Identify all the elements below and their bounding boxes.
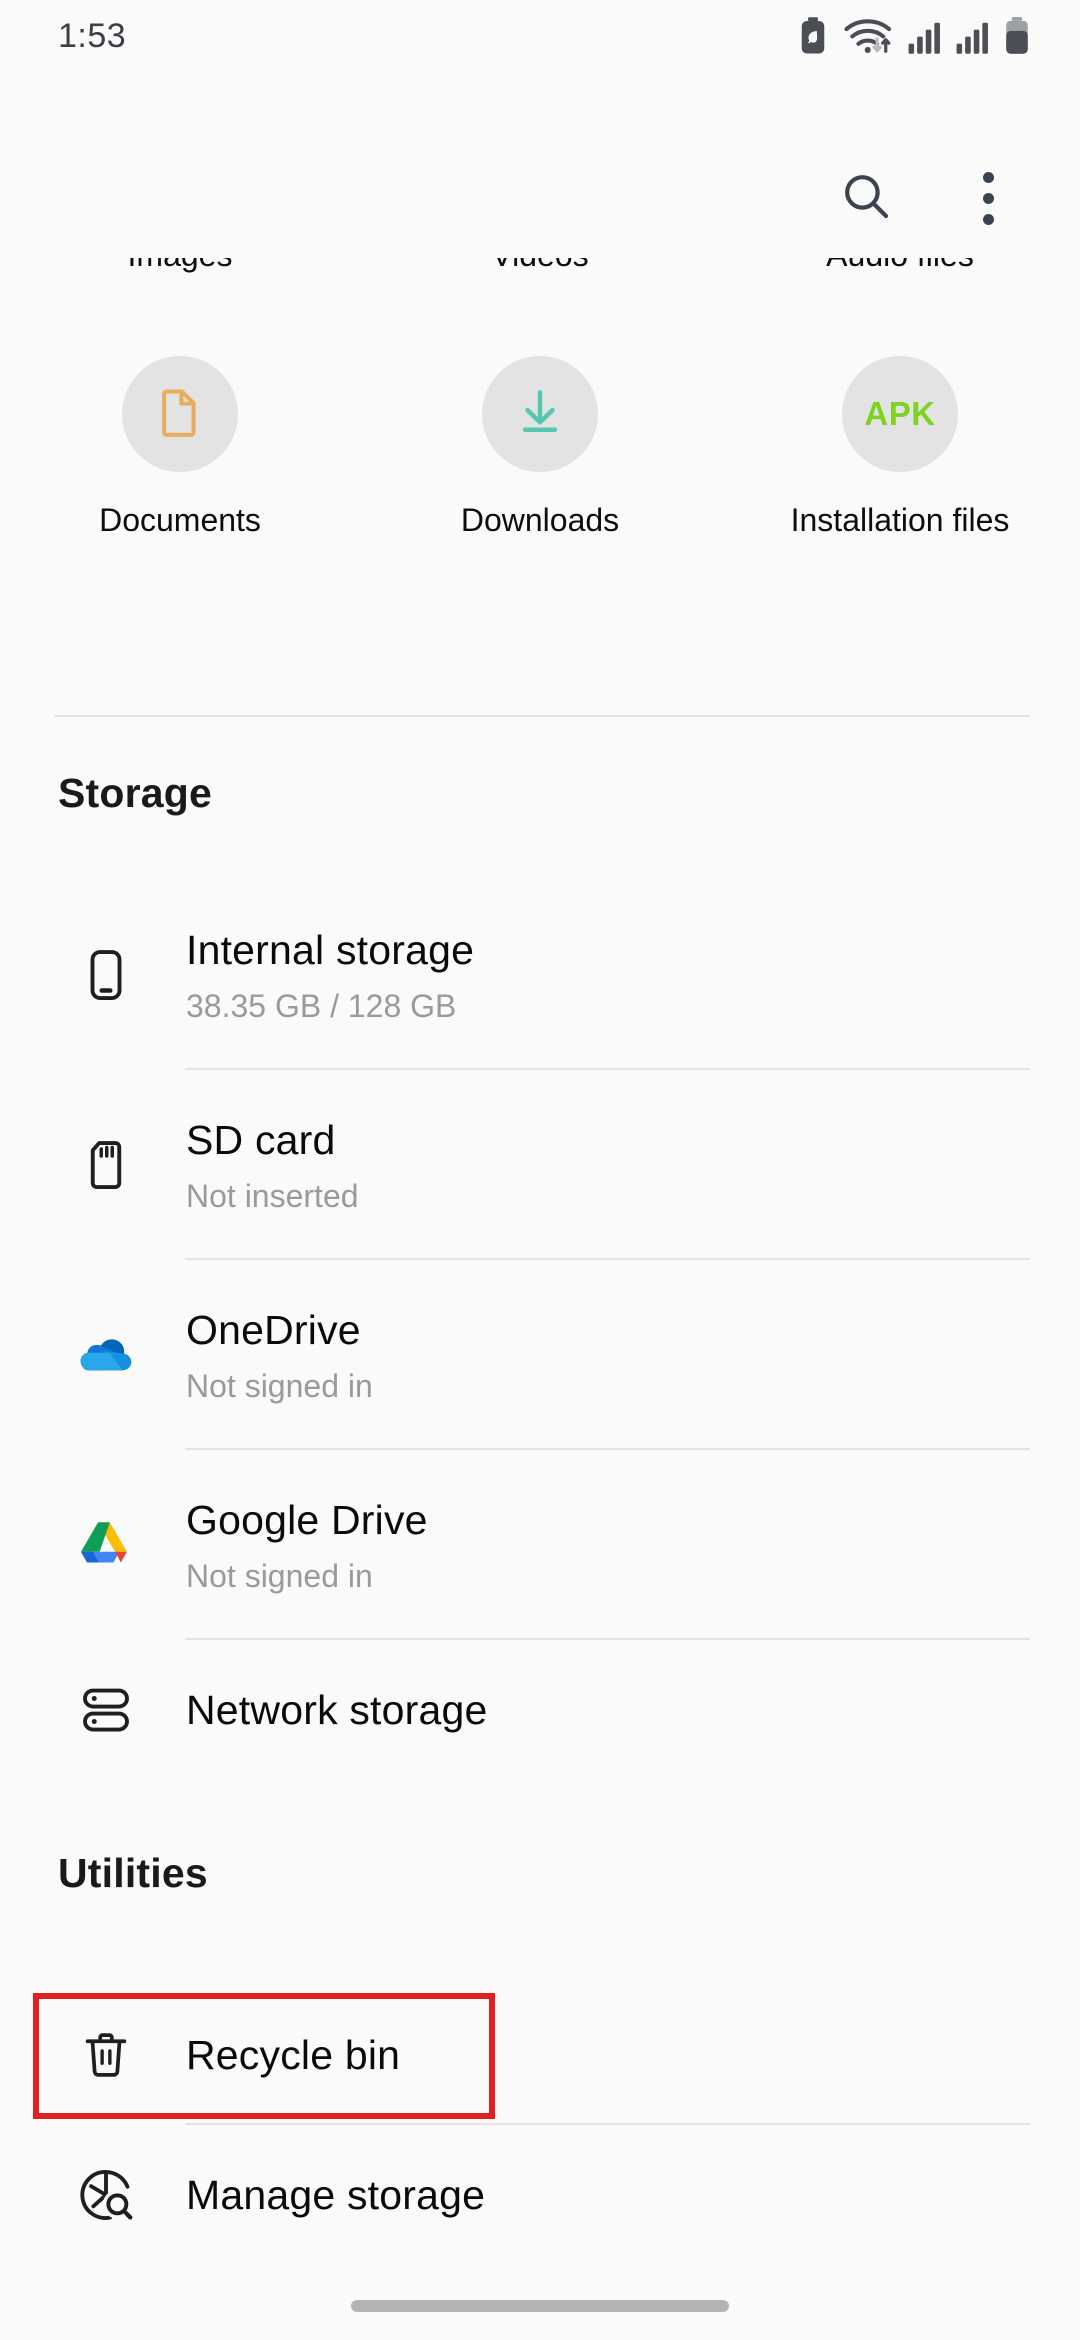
storage-row-onedrive[interactable]: OneDrive Not signed in bbox=[0, 1260, 1080, 1450]
my-files-screen: 1:53 Documents Downloads APK Installatio… bbox=[0, 0, 1080, 2340]
storage-row-text: Google Drive Not signed in bbox=[186, 1496, 428, 1594]
storage-heading: Storage bbox=[58, 770, 213, 816]
signal-bars-icon bbox=[908, 17, 942, 55]
category-audio-files[interactable]: Audio files bbox=[720, 258, 1080, 330]
status-bar-icons bbox=[798, 17, 1030, 55]
category-icon-bg bbox=[122, 356, 238, 472]
utilities-row-recycle-bin[interactable]: Recycle bin bbox=[0, 1985, 1080, 2125]
storage-row-title: OneDrive bbox=[186, 1307, 361, 1354]
utilities-row-title: Manage storage bbox=[186, 2171, 486, 2218]
storage-row-text: Internal storage 38.35 GB / 128 GB bbox=[186, 926, 474, 1024]
more-vertical-icon bbox=[982, 171, 994, 225]
trash-icon bbox=[58, 2007, 154, 2103]
storage-analysis-icon bbox=[58, 2147, 154, 2243]
storage-row-title: Network storage bbox=[186, 1686, 488, 1733]
utilities-list: Recycle bin Manage storage bbox=[0, 1985, 1080, 2265]
category-label: Images bbox=[0, 258, 360, 274]
category-icon-bg: APK bbox=[842, 356, 958, 472]
storage-list: Internal storage 38.35 GB / 128 GB SD ca… bbox=[0, 880, 1080, 1780]
category-images[interactable]: Images bbox=[0, 258, 360, 330]
phone-icon bbox=[58, 927, 154, 1023]
category-documents[interactable]: Documents bbox=[0, 356, 360, 539]
utilities-row-manage-storage[interactable]: Manage storage bbox=[0, 2125, 1080, 2265]
storage-row-text: OneDrive Not signed in bbox=[186, 1306, 373, 1404]
category-grid: Images Videos Audio files Documents bbox=[0, 258, 1080, 539]
signal-bars-icon bbox=[956, 17, 990, 55]
storage-row-subtitle: 38.35 GB / 128 GB bbox=[186, 987, 457, 1024]
category-downloads[interactable]: Downloads bbox=[360, 356, 720, 539]
app-bar bbox=[0, 160, 1080, 270]
category-label: Videos bbox=[360, 258, 720, 274]
category-label: Installation files bbox=[790, 502, 1010, 538]
utilities-heading: Utilities bbox=[58, 1850, 208, 1896]
storage-row-text: SD card Not inserted bbox=[186, 1116, 359, 1214]
wifi-transfer-icon bbox=[842, 17, 894, 55]
search-icon bbox=[838, 168, 894, 229]
utilities-row-title: Recycle bin bbox=[186, 2031, 401, 2078]
storage-row-subtitle: Not signed in bbox=[186, 1367, 373, 1404]
status-bar: 1:53 bbox=[0, 0, 1080, 72]
home-gesture-bar[interactable] bbox=[351, 2300, 729, 2312]
storage-row-title: Internal storage bbox=[186, 927, 475, 974]
storage-row-title: Google Drive bbox=[186, 1497, 428, 1544]
utilities-row-text: Manage storage bbox=[186, 2171, 485, 2219]
category-label: Downloads bbox=[460, 502, 620, 538]
google-drive-icon bbox=[58, 1497, 154, 1593]
storage-row-google-drive[interactable]: Google Drive Not signed in bbox=[0, 1450, 1080, 1640]
network-storage-icon bbox=[58, 1662, 154, 1758]
status-bar-clock: 1:53 bbox=[58, 16, 127, 55]
category-videos[interactable]: Videos bbox=[360, 258, 720, 330]
section-divider bbox=[55, 715, 1030, 717]
category-label: Documents bbox=[99, 502, 261, 538]
download-arrow-icon bbox=[512, 384, 568, 445]
category-icon-bg bbox=[482, 356, 598, 472]
battery-saver-icon bbox=[798, 17, 828, 55]
category-installation-files[interactable]: APK Installation files bbox=[720, 356, 1080, 539]
utilities-row-text: Recycle bin bbox=[186, 2031, 400, 2079]
storage-row-text: Network storage bbox=[186, 1686, 488, 1734]
more-options-button[interactable] bbox=[950, 160, 1026, 236]
storage-row-sd-card[interactable]: SD card Not inserted bbox=[0, 1070, 1080, 1260]
storage-row-subtitle: Not inserted bbox=[186, 1177, 359, 1214]
storage-row-network-storage[interactable]: Network storage bbox=[0, 1640, 1080, 1780]
document-icon bbox=[152, 384, 208, 445]
storage-row-title: SD card bbox=[186, 1117, 336, 1164]
storage-row-internal-storage[interactable]: Internal storage 38.35 GB / 128 GB bbox=[0, 880, 1080, 1070]
onedrive-icon bbox=[58, 1307, 154, 1403]
category-label: Audio files bbox=[720, 258, 1080, 274]
sd-card-icon bbox=[58, 1117, 154, 1213]
search-button[interactable] bbox=[828, 160, 904, 236]
battery-icon bbox=[1004, 17, 1030, 55]
apk-icon: APK bbox=[864, 395, 936, 432]
storage-row-subtitle: Not signed in bbox=[186, 1557, 373, 1594]
